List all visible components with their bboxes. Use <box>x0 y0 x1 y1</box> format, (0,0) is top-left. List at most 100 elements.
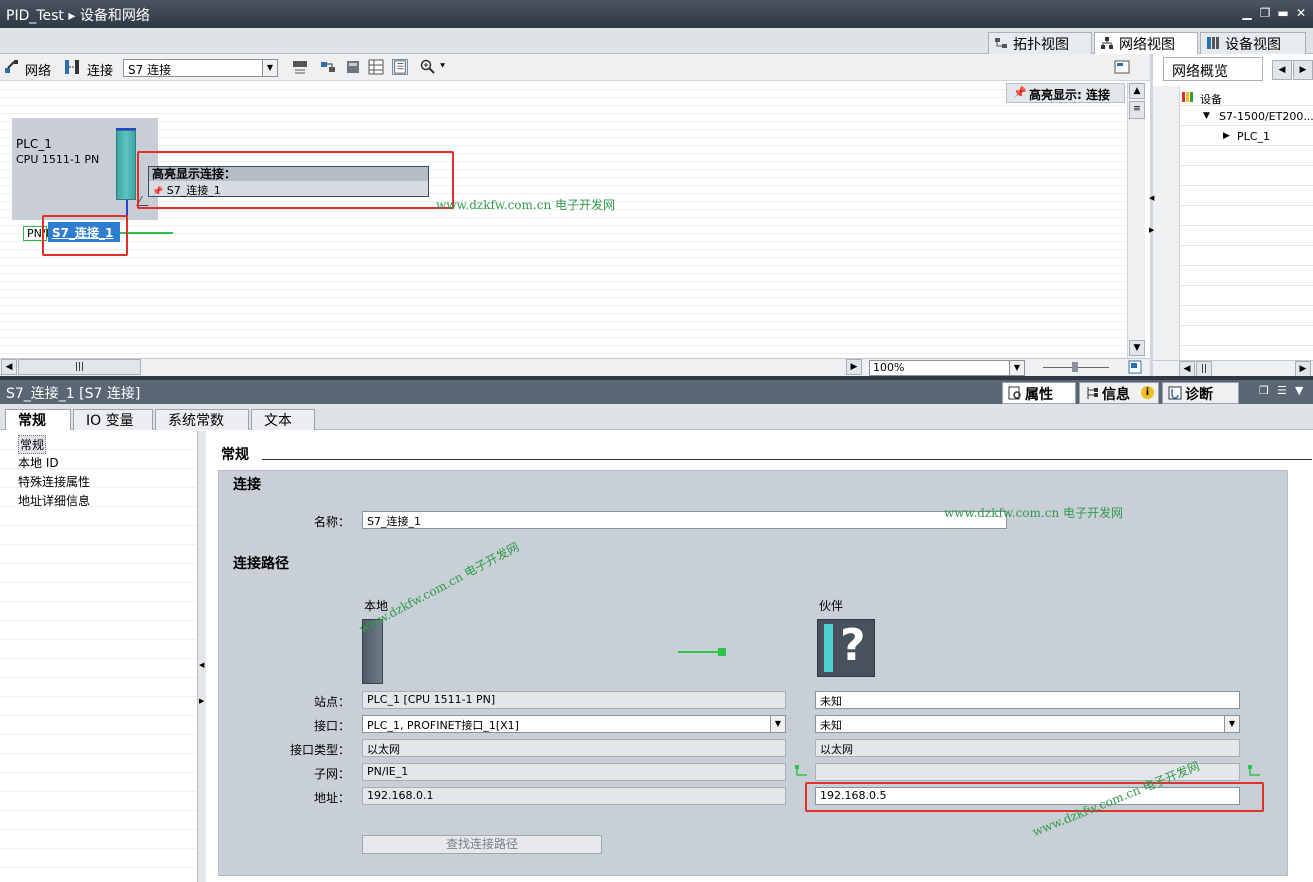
expand-icon[interactable]: ▼ <box>1203 111 1210 121</box>
overview-hscroll-thumb[interactable]: || <box>1196 361 1212 377</box>
name-display-icon[interactable] <box>292 59 308 75</box>
general-title: 常规 <box>221 447 249 463</box>
tab-general[interactable]: 常规 <box>5 409 71 430</box>
local-interface-select[interactable]: PLC_1, PROFINET接口_1[X1] ▼ <box>362 715 786 733</box>
tab-device-view[interactable]: 设备视图 <box>1200 32 1306 54</box>
scroll-left-icon[interactable]: ◀ <box>1 359 17 375</box>
overview-toggle-icon[interactable] <box>1114 59 1130 75</box>
connection-type-value: S7 连接 <box>128 63 172 77</box>
name-label: 名称： <box>313 515 350 529</box>
highlight-badge[interactable]: 📌 高亮显示: 连接 <box>1006 83 1125 103</box>
highlight-annotation-tooltip <box>137 151 454 209</box>
zoom-dropdown-icon[interactable]: ⯆ <box>439 62 446 72</box>
overview-row-plc[interactable]: PLC_1 <box>1237 130 1270 143</box>
chevron-down-icon[interactable]: ▼ <box>1224 716 1239 732</box>
scroll-down-icon[interactable]: ▼ <box>1129 340 1145 356</box>
connections-mode-icon[interactable] <box>64 59 80 75</box>
show-connections-icon[interactable] <box>320 59 336 75</box>
nav-address-details[interactable]: 地址详细信息 <box>18 492 90 509</box>
network-mode-icon[interactable] <box>4 59 20 75</box>
expand-right-icon[interactable]: ▶ <box>1149 226 1155 240</box>
chevron-down-icon[interactable]: ▼ <box>1295 384 1303 397</box>
section-connection-heading: 连接 <box>233 477 261 493</box>
zoom-slider-handle[interactable] <box>1072 362 1078 372</box>
overview-next-icon[interactable]: ▶ <box>1293 60 1313 80</box>
tab-diagnostics[interactable]: 诊断 <box>1162 382 1239 404</box>
plc-cpu-type: CPU 1511-1 PN <box>16 153 100 166</box>
nav-local-id[interactable]: 本地 ID <box>18 454 59 471</box>
path-line <box>678 651 722 653</box>
device-list-icon[interactable] <box>345 59 361 75</box>
chevron-down-icon[interactable]: ▼ <box>770 716 785 732</box>
unknown-device-icon: ? <box>817 619 875 677</box>
overview-row-station[interactable]: S7-1500/ET200... <box>1219 110 1313 123</box>
zoom-select[interactable]: 100% ▼ <box>869 360 1025 376</box>
expand-right-icon[interactable]: ▶ <box>199 697 204 705</box>
path-endpoint <box>718 648 726 656</box>
tab-properties-label: 属性 <box>1025 387 1053 403</box>
pin-icon: 📌 <box>1013 86 1027 99</box>
tab-texts[interactable]: 文本 <box>251 409 315 430</box>
restore-icon[interactable]: ❐ <box>1259 384 1269 397</box>
info-icon: i <box>1141 386 1154 399</box>
navigator-icon[interactable] <box>1128 360 1142 374</box>
find-connection-path-button[interactable]: 查找连接路径 <box>362 835 602 854</box>
tab-network-overview[interactable]: 网络概览 <box>1163 57 1263 81</box>
tab-network-label: 网络视图 <box>1119 37 1175 53</box>
scroll-left-icon[interactable]: ◀ <box>1179 361 1195 377</box>
scroll-right-icon[interactable]: ▶ <box>846 359 862 375</box>
question-icon: ? <box>840 620 866 671</box>
chevron-down-icon[interactable]: ▼ <box>262 60 277 76</box>
tab-info[interactable]: 信息 i <box>1079 382 1159 404</box>
tab-info-label: 信息 <box>1102 387 1130 403</box>
zoom-icon[interactable] <box>420 59 436 75</box>
scroll-up-icon[interactable]: ▲ <box>1129 83 1145 99</box>
highlight-annotation-chip <box>42 215 128 256</box>
partner-interface-value: 未知 <box>820 719 842 732</box>
nav-splitter[interactable]: ◀ ▶ <box>198 431 206 882</box>
minimize-icon[interactable]: ▁ <box>1241 7 1253 19</box>
hscroll-thumb[interactable]: ||| <box>18 359 141 375</box>
canvas-horizontal-scrollbar[interactable]: ◀ ||| ▶ 100% ▼ <box>0 358 1150 376</box>
overview-prev-icon[interactable]: ◀ <box>1272 60 1292 80</box>
device-icon <box>1207 37 1219 49</box>
scroll-thumb[interactable]: ≡ <box>1129 101 1145 119</box>
tab-io-tags[interactable]: IO 变量 <box>73 409 153 430</box>
partner-header: 伙伴 <box>819 599 844 613</box>
local-interface-value: PLC_1, PROFINET接口_1[X1] <box>367 719 519 732</box>
panel-menu-icon[interactable]: ☰ <box>1277 384 1287 397</box>
title-bar: PID_Test ▸ 设备和网络 ▁ ❐ ▬ ✕ <box>0 0 1313 28</box>
section-path-heading: 连接路径 <box>233 556 289 572</box>
nav-special-properties[interactable]: 特殊连接属性 <box>18 473 90 490</box>
overview-gutter <box>1153 86 1180 360</box>
plc-module-icon <box>116 130 136 200</box>
tab-network-view[interactable]: 网络视图 <box>1094 32 1198 54</box>
overview-table: 设备 ▼ S7-1500/ET200... ▶ PLC_1 <box>1153 86 1313 360</box>
grid-view-icon[interactable] <box>368 59 384 75</box>
restore-icon[interactable]: ❐ <box>1259 7 1271 19</box>
network-mode-label[interactable]: 网络 <box>25 60 51 79</box>
connections-mode-label[interactable]: 连接 <box>87 60 113 79</box>
collapse-left-icon[interactable]: ◀ <box>1149 194 1155 208</box>
nav-general[interactable]: 常规 <box>18 435 47 454</box>
close-icon[interactable]: ✕ <box>1295 7 1307 19</box>
partner-interface-select[interactable]: 未知 ▼ <box>815 715 1240 733</box>
tab-topology-view[interactable]: 拓扑视图 <box>988 32 1092 54</box>
overview-hscrollbar[interactable]: ◀ || ▶ <box>1153 360 1313 377</box>
scroll-right-icon[interactable]: ▶ <box>1295 361 1311 377</box>
properties-icon <box>1008 386 1021 400</box>
name-field[interactable]: S7_连接_1 <box>362 511 1007 529</box>
zoom-value: 100% <box>873 361 905 374</box>
maximize-icon[interactable]: ▬ <box>1277 7 1289 19</box>
interface-type-label: 接口类型： <box>289 743 350 757</box>
chevron-down-icon[interactable]: ▼ <box>1009 361 1024 375</box>
partner-station-field[interactable]: 未知 <box>815 691 1240 709</box>
canvas-vertical-scrollbar[interactable]: ▲ ≡ ▼ <box>1127 82 1145 358</box>
connection-type-select[interactable]: S7 连接 ▼ <box>123 59 278 77</box>
collapse-left-icon[interactable]: ◀ <box>199 661 204 669</box>
collapse-icon[interactable]: ▶ <box>1223 131 1230 141</box>
network-canvas[interactable] <box>0 82 1127 358</box>
table-view-icon[interactable] <box>392 59 408 75</box>
tab-system-constants[interactable]: 系统常数 <box>155 409 249 430</box>
tab-properties[interactable]: 属性 <box>1002 382 1076 404</box>
